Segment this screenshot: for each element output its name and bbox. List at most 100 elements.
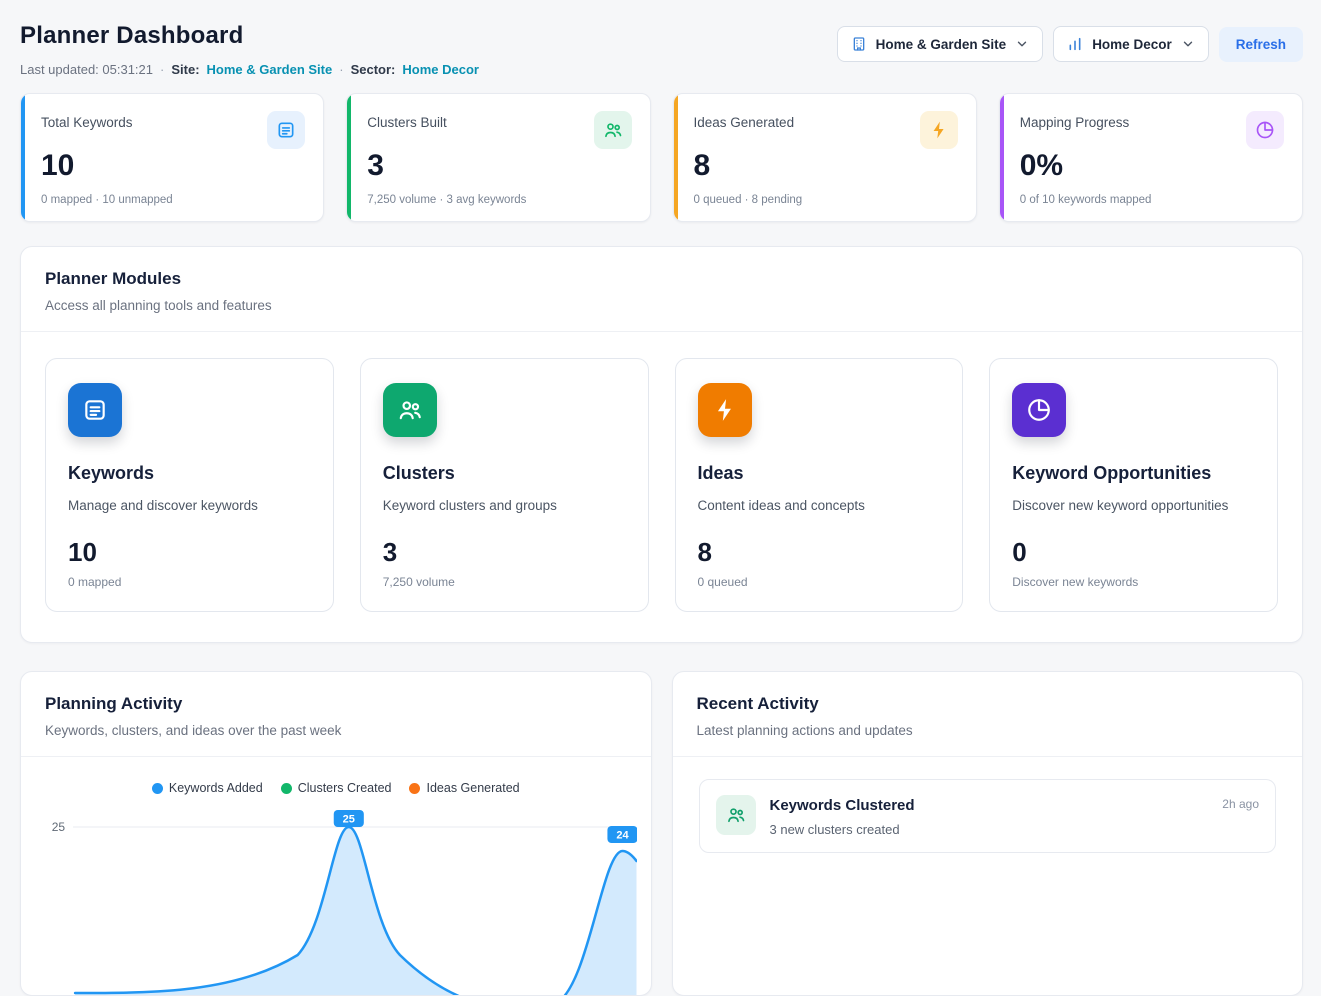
recent-activity-title: Recent Activity — [697, 694, 1279, 714]
legend-label: Keywords Added — [169, 781, 263, 795]
legend-item-clusters-created: Clusters Created — [281, 781, 392, 795]
modules-subtitle: Access all planning tools and features — [45, 298, 1278, 313]
module-card-keyword-opportunities[interactable]: Keyword Opportunities Discover new keywo… — [989, 358, 1278, 612]
module-value: 10 — [68, 537, 311, 568]
stat-label: Mapping Progress — [1020, 111, 1130, 130]
module-description: Discover new keyword opportunities — [1012, 498, 1255, 513]
module-description: Content ideas and concepts — [698, 498, 941, 513]
stat-label: Clusters Built — [367, 111, 447, 130]
stat-subtext: 7,250 volume · 3 avg keywords — [367, 194, 631, 206]
point-label-badge: 25 — [334, 810, 364, 827]
header-controls: Home & Garden Site Home Decor Refresh — [837, 26, 1303, 62]
document-icon — [68, 383, 122, 437]
stat-value: 3 — [367, 149, 631, 182]
planner-modules-section: Planner Modules Access all planning tool… — [20, 246, 1303, 643]
stat-card-ideas-generated: Ideas Generated 8 0 queued · 8 pending — [673, 93, 977, 222]
legend-label: Ideas Generated — [426, 781, 519, 795]
modules-grid: Keywords Manage and discover keywords 10… — [21, 332, 1302, 642]
divider — [673, 756, 1303, 757]
chevron-down-icon — [1015, 37, 1029, 51]
lightning-icon — [920, 111, 958, 149]
users-icon — [383, 383, 437, 437]
stat-card-mapping-progress: Mapping Progress 0% 0 of 10 keywords map… — [999, 93, 1303, 222]
stat-label: Total Keywords — [41, 111, 133, 130]
meta-separator: · — [160, 62, 164, 77]
pie-chart-icon — [1012, 383, 1066, 437]
site-selector-dropdown[interactable]: Home & Garden Site — [837, 26, 1044, 62]
site-selector-label: Home & Garden Site — [876, 37, 1007, 52]
module-description: Keyword clusters and groups — [383, 498, 626, 513]
module-card-keywords[interactable]: Keywords Manage and discover keywords 10… — [45, 358, 334, 612]
module-card-ideas[interactable]: Ideas Content ideas and concepts 8 0 que… — [675, 358, 964, 612]
legend-item-keywords-added: Keywords Added — [152, 781, 263, 795]
document-icon — [267, 111, 305, 149]
legend-dot — [152, 783, 163, 794]
lightning-icon — [698, 383, 752, 437]
legend-item-ideas-generated: Ideas Generated — [409, 781, 519, 795]
chart-legend: Keywords Added Clusters Created Ideas Ge… — [21, 757, 651, 799]
site-link[interactable]: Home & Garden Site — [207, 62, 333, 77]
stat-subtext: 0 queued · 8 pending — [694, 194, 958, 206]
stat-subtext: 0 of 10 keywords mapped — [1020, 194, 1284, 206]
planning-activity-title: Planning Activity — [45, 694, 627, 714]
planning-activity-chart-svg: 25 25 24 — [35, 805, 637, 995]
module-subtext: 7,250 volume — [383, 575, 626, 589]
sector-link[interactable]: Home Decor — [402, 62, 479, 77]
module-value: 8 — [698, 537, 941, 568]
legend-dot — [409, 783, 420, 794]
site-label: Site: — [171, 62, 199, 77]
recent-activity-subtitle: Latest planning actions and updates — [697, 723, 1279, 738]
last-updated: Last updated: 05:31:21 — [20, 62, 153, 77]
chevron-down-icon — [1181, 37, 1195, 51]
meta-separator: · — [339, 62, 343, 77]
sector-selector-dropdown[interactable]: Home Decor — [1053, 26, 1209, 62]
stat-value: 10 — [41, 149, 305, 182]
area-chart: 25 25 24 — [21, 799, 651, 995]
stat-card-clusters-built: Clusters Built 3 7,250 volume · 3 avg ke… — [346, 93, 650, 222]
topbar: Planner Dashboard Last updated: 05:31:21… — [20, 18, 1303, 77]
stat-value: 0% — [1020, 149, 1284, 182]
module-title: Keyword Opportunities — [1012, 463, 1255, 484]
module-title: Clusters — [383, 463, 626, 484]
module-subtext: 0 mapped — [68, 575, 311, 589]
svg-text:24: 24 — [616, 830, 629, 842]
planning-activity-subtitle: Keywords, clusters, and ideas over the p… — [45, 723, 627, 738]
activity-item-title: Keywords Clustered — [770, 797, 915, 814]
activity-list-item: Keywords Clustered 3 new clusters create… — [699, 779, 1277, 853]
stat-label: Ideas Generated — [694, 111, 795, 130]
planner-dashboard-page: Planner Dashboard Last updated: 05:31:21… — [0, 0, 1321, 996]
module-title: Keywords — [68, 463, 311, 484]
stat-subtext: 0 mapped · 10 unmapped — [41, 194, 305, 206]
module-value: 3 — [383, 537, 626, 568]
pie-chart-icon — [1246, 111, 1284, 149]
module-description: Manage and discover keywords — [68, 498, 311, 513]
users-icon — [716, 795, 756, 835]
legend-dot — [281, 783, 292, 794]
refresh-button[interactable]: Refresh — [1219, 27, 1303, 62]
stats-row: Total Keywords 10 0 mapped · 10 unmapped… — [20, 93, 1303, 222]
sector-label: Sector: — [351, 62, 396, 77]
bottom-row: Planning Activity Keywords, clusters, an… — [20, 671, 1303, 996]
module-value: 0 — [1012, 537, 1255, 568]
module-title: Ideas — [698, 463, 941, 484]
users-icon — [594, 111, 632, 149]
title-block: Planner Dashboard Last updated: 05:31:21… — [20, 18, 479, 77]
building-icon — [851, 36, 867, 52]
sector-selector-label: Home Decor — [1092, 37, 1172, 52]
module-card-clusters[interactable]: Clusters Keyword clusters and groups 3 7… — [360, 358, 649, 612]
legend-label: Clusters Created — [298, 781, 392, 795]
activity-item-description: 3 new clusters created — [770, 822, 915, 837]
module-subtext: Discover new keywords — [1012, 575, 1255, 589]
recent-activity-panel: Recent Activity Latest planning actions … — [672, 671, 1304, 996]
modules-title: Planner Modules — [45, 269, 1278, 289]
point-label-badge: 24 — [607, 826, 636, 843]
planning-activity-panel: Planning Activity Keywords, clusters, an… — [20, 671, 652, 996]
module-subtext: 0 queued — [698, 575, 941, 589]
stat-card-total-keywords: Total Keywords 10 0 mapped · 10 unmapped — [20, 93, 324, 222]
page-title: Planner Dashboard — [20, 22, 479, 50]
activity-item-timestamp: 2h ago — [1222, 795, 1259, 811]
bar-chart-icon — [1067, 36, 1083, 52]
page-meta: Last updated: 05:31:21 · Site: Home & Ga… — [20, 62, 479, 77]
svg-text:25: 25 — [343, 814, 355, 826]
stat-value: 8 — [694, 149, 958, 182]
